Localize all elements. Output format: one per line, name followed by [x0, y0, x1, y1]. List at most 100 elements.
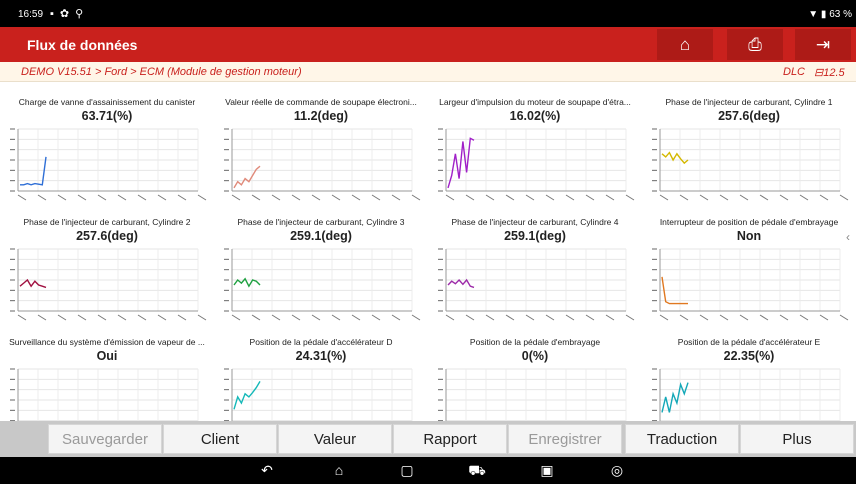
exit-button[interactable]: ⇥ — [795, 29, 851, 60]
x-tick — [719, 194, 729, 201]
panel-value: 257.6(deg) — [76, 229, 138, 243]
x-tick — [659, 194, 669, 201]
data-panel[interactable]: Largeur d'impulsion du moteur de soupape… — [428, 97, 642, 215]
panel-label: Position de la pédale d'embrayage — [469, 337, 601, 347]
title-bar: Flux de données ⌂ ⎙ ⇥ — [0, 27, 856, 62]
value-button[interactable]: Valeur — [278, 424, 392, 454]
graph-trace — [19, 278, 47, 289]
x-tick — [351, 194, 361, 201]
battery-voltage-icon: ⊟ — [814, 67, 824, 79]
x-tick — [679, 314, 689, 321]
panel-value: 259.1(deg) — [290, 229, 352, 243]
data-panel[interactable]: Valeur réelle de commande de soupape éle… — [214, 97, 428, 215]
home-icon: ⌂ — [679, 35, 691, 54]
x-tick — [251, 194, 261, 201]
x-tick — [117, 314, 127, 321]
x-tick — [605, 194, 615, 201]
x-tick — [819, 194, 829, 201]
mini-graph — [10, 248, 207, 321]
mini-graph — [438, 128, 635, 201]
x-tick — [117, 194, 127, 201]
panel-value: 259.1(deg) — [504, 229, 566, 243]
print-button[interactable]: ⎙ — [727, 29, 783, 60]
client-button[interactable]: Client — [163, 424, 277, 454]
graph-trace — [661, 151, 689, 165]
x-tick — [231, 314, 241, 321]
data-panel[interactable]: Phase de l'injecteur de carburant, Cylin… — [214, 217, 428, 335]
panel-label: Valeur réelle de commande de soupape éle… — [225, 97, 417, 107]
x-tick — [371, 194, 381, 201]
data-panel[interactable]: Charge de vanne d'assainissement du cani… — [0, 97, 214, 215]
x-tick — [739, 194, 749, 201]
record-button[interactable]: Enregistrer — [508, 424, 622, 454]
graph-trace — [233, 165, 261, 189]
panel-label: Surveillance du système d'émission de va… — [9, 337, 205, 347]
x-tick — [465, 314, 475, 321]
save-button[interactable]: Sauvegarder — [48, 424, 162, 454]
panel-label: Largeur d'impulsion du moteur de soupape… — [439, 97, 631, 107]
x-tick — [391, 314, 401, 321]
data-panel[interactable]: Phase de l'injecteur de carburant, Cylin… — [428, 217, 642, 335]
panel-label: Charge de vanne d'assainissement du cani… — [18, 97, 196, 107]
x-tick — [505, 314, 515, 321]
x-tick — [157, 314, 167, 321]
x-tick — [137, 194, 147, 201]
x-tick — [699, 314, 709, 321]
panel-value: 0(%) — [521, 349, 549, 363]
panel-value: 16.02(%) — [509, 109, 561, 123]
x-tick — [97, 194, 107, 201]
translate-button[interactable]: Traduction — [625, 424, 739, 454]
x-tick — [331, 314, 341, 321]
panel-label: Phase de l'injecteur de carburant, Cylin… — [237, 217, 405, 227]
x-tick — [351, 314, 361, 321]
vpn-icon[interactable]: ◎ — [608, 462, 626, 478]
status-bar: 16:59 ▪✿⚲ ▼ ▮ 63 % — [0, 0, 856, 27]
mini-graph — [224, 248, 421, 321]
battery-level: 63 % — [829, 9, 852, 20]
x-tick — [839, 314, 849, 321]
home-button[interactable]: ⌂ — [657, 29, 713, 60]
x-tick — [177, 314, 187, 321]
x-tick — [545, 314, 555, 321]
panel-value: Oui — [96, 349, 118, 363]
data-panel[interactable]: Phase de l'injecteur de carburant, Cylin… — [0, 217, 214, 335]
mini-graph — [10, 128, 207, 201]
panel-label: Position de la pédale d'accélérateur E — [677, 337, 821, 347]
x-tick — [17, 194, 27, 201]
back-icon[interactable]: ↶ — [258, 462, 276, 478]
x-tick — [739, 314, 749, 321]
x-tick — [371, 314, 381, 321]
page-title: Flux de données — [27, 37, 138, 53]
exit-icon: ⇥ — [815, 35, 831, 54]
side-expand-handle[interactable]: ‹ — [846, 230, 856, 254]
more-button[interactable]: Plus — [740, 424, 854, 454]
x-tick — [197, 194, 207, 201]
bottom-toolbar: Sauvegarder Client Valeur Rapport Enregi… — [0, 421, 856, 457]
x-tick — [231, 194, 241, 201]
car-icon[interactable]: ⛟ — [468, 462, 486, 478]
x-tick — [77, 314, 87, 321]
x-tick — [819, 314, 829, 321]
x-tick — [311, 194, 321, 201]
voltage-readout: ⊟12.5 — [814, 66, 845, 79]
recents-icon[interactable]: ▢ — [398, 462, 416, 478]
x-tick — [485, 314, 495, 321]
breadcrumb-path: DEMO V15.51 > Ford > ECM (Module de gest… — [21, 66, 302, 78]
data-panel[interactable]: Interrupteur de position de pédale d'emb… — [642, 217, 856, 335]
graph-trace — [661, 382, 689, 413]
x-tick — [331, 194, 341, 201]
report-button[interactable]: Rapport — [393, 424, 507, 454]
x-tick — [505, 194, 515, 201]
x-tick — [679, 194, 689, 201]
x-tick — [311, 314, 321, 321]
x-tick — [177, 194, 187, 201]
status-icons: ▪✿⚲ — [50, 8, 90, 20]
data-panel[interactable]: Phase de l'injecteur de carburant, Cylin… — [642, 97, 856, 215]
x-tick — [17, 314, 27, 321]
graph-trace — [233, 381, 261, 410]
x-tick — [445, 314, 455, 321]
gallery-icon[interactable]: ▣ — [538, 462, 556, 478]
home-nav-icon[interactable]: ⌂ — [330, 462, 348, 478]
x-tick — [391, 194, 401, 201]
mini-graph — [438, 248, 635, 321]
